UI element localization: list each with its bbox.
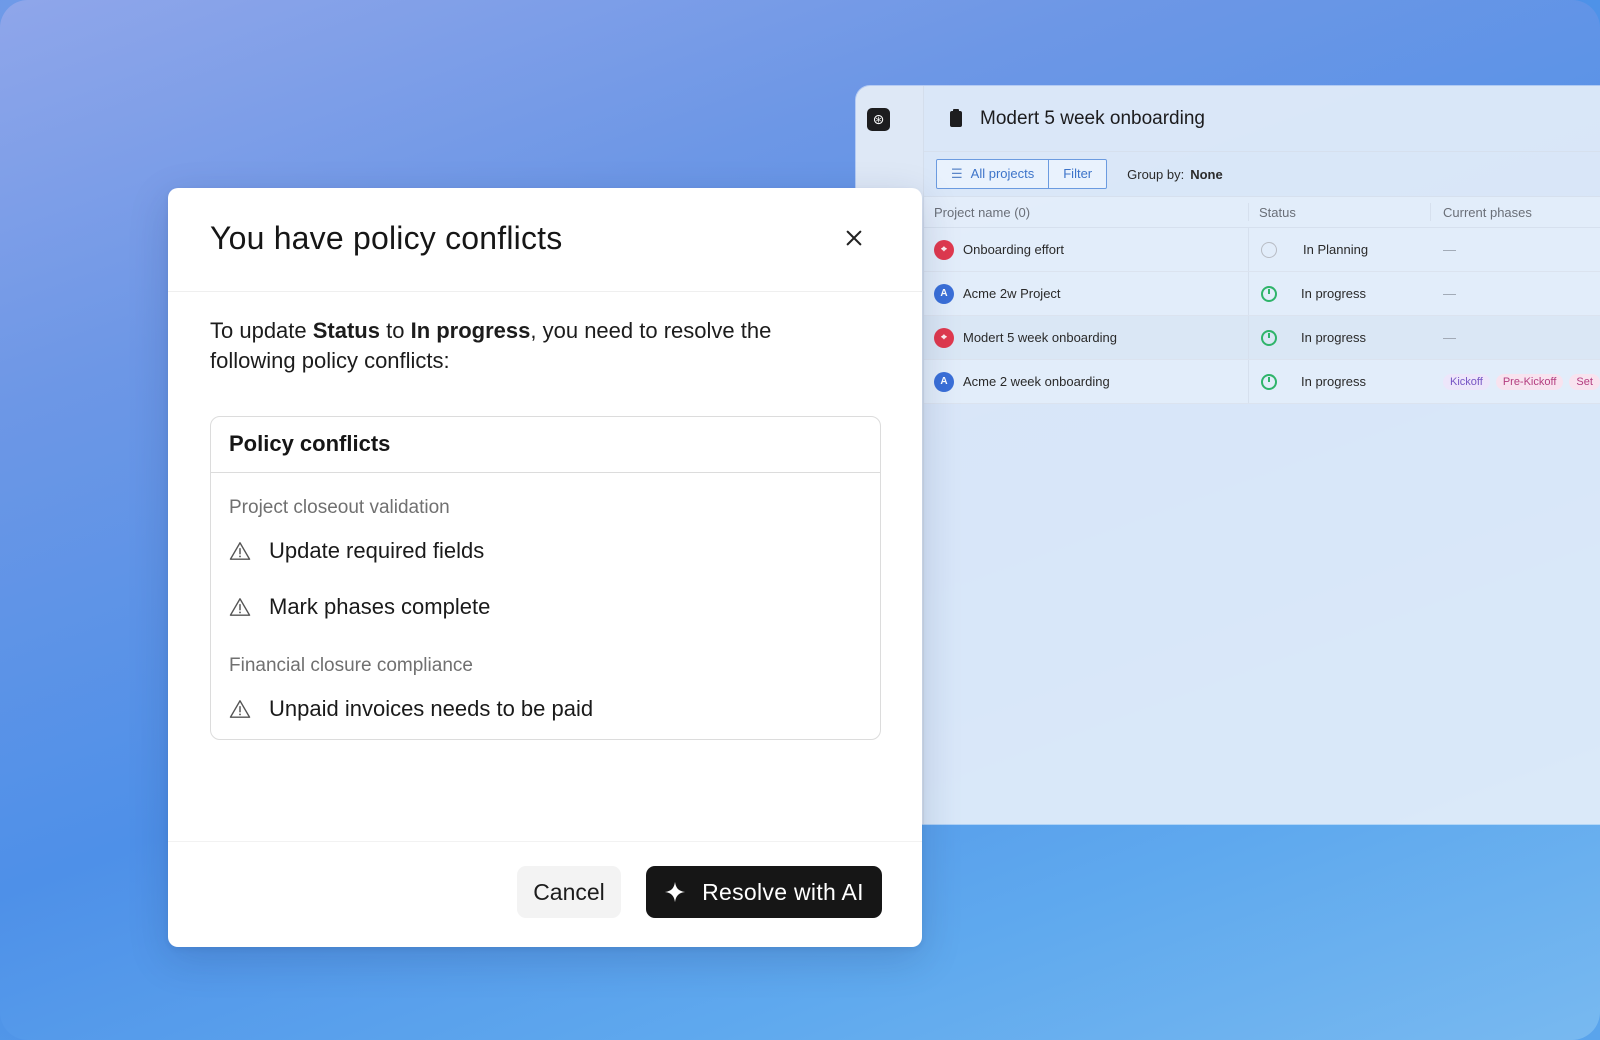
conflict-item[interactable]: Mark phases complete xyxy=(211,579,880,635)
table-row[interactable]: A Acme 2w Project In progress — xyxy=(924,272,1600,316)
project-avatar: A xyxy=(934,283,954,304)
conflict-item[interactable]: Update required fields xyxy=(211,523,880,579)
status-text: In Planning xyxy=(1303,242,1369,257)
dialog-title: You have policy conflicts xyxy=(210,220,563,256)
sparkle-icon xyxy=(665,881,686,903)
phases-empty: — xyxy=(1443,286,1456,301)
phases-empty: — xyxy=(1443,242,1456,257)
column-header-current-phases[interactable]: Current phases xyxy=(1430,203,1600,221)
list-icon: ☰ xyxy=(951,166,963,181)
policy-group-name: Financial closure compliance xyxy=(229,655,473,676)
dialog-description: To update Status to In progress, you nee… xyxy=(210,316,850,376)
conflict-item[interactable]: Unpaid invoices needs to be paid xyxy=(211,681,880,737)
resolve-with-ai-label: Resolve with AI xyxy=(702,878,864,905)
project-avatar: ⌖ xyxy=(934,239,954,260)
status-text: In progress xyxy=(1301,330,1367,345)
phase-tag[interactable]: Pre-Kickoff xyxy=(1495,373,1564,390)
filter-button[interactable]: Filter xyxy=(1048,160,1107,188)
table-header: Project name (0) Status Current phases xyxy=(924,196,1600,228)
project-name: Onboarding effort xyxy=(963,242,1064,257)
all-projects-label: All projects xyxy=(970,166,1035,181)
dialog-header: You have policy conflicts xyxy=(168,188,922,292)
dialog-footer: Cancel Resolve with AI xyxy=(168,841,922,947)
phase-tag[interactable]: Set xyxy=(1569,373,1600,390)
status-planning-icon xyxy=(1261,241,1277,258)
status-progress-icon xyxy=(1261,285,1277,302)
conflict-item-label: Mark phases complete xyxy=(269,594,491,619)
policy-conflicts-box: Policy conflicts Project closeout valida… xyxy=(210,416,881,740)
resolve-with-ai-button[interactable]: Resolve with AI xyxy=(646,866,882,918)
project-name: Modert 5 week onboarding xyxy=(963,330,1117,345)
clipboard-icon xyxy=(950,108,962,127)
group-by-control[interactable]: Group by: None xyxy=(1127,167,1223,182)
project-list-window: ⊛ Modert 5 week onboarding ☰ All project… xyxy=(856,86,1600,824)
status-progress-icon xyxy=(1261,373,1277,390)
desc-mid: to xyxy=(380,318,411,343)
app-title: Modert 5 week onboarding xyxy=(980,107,1205,129)
view-toggle: ☰ All projects Filter xyxy=(936,159,1108,189)
projects-table: Project name (0) Status Current phases ⌖… xyxy=(924,196,1600,404)
status-text: In progress xyxy=(1301,374,1367,389)
status-text: In progress xyxy=(1301,286,1367,301)
warning-icon xyxy=(229,598,251,616)
project-avatar: A xyxy=(934,371,954,392)
app-header: Modert 5 week onboarding xyxy=(924,86,1600,152)
close-icon[interactable] xyxy=(840,224,868,252)
column-header-project-name[interactable]: Project name (0) xyxy=(924,205,1248,220)
policy-conflicts-dialog: You have policy conflicts To update Stat… xyxy=(168,188,922,947)
app-toolbar: ☰ All projects Filter Group by: None xyxy=(924,154,1600,194)
column-header-status[interactable]: Status xyxy=(1248,203,1430,221)
status-progress-icon xyxy=(1261,329,1277,346)
background-stage: ⊛ Modert 5 week onboarding ☰ All project… xyxy=(0,0,1600,1040)
conflict-item-label: Update required fields xyxy=(269,538,485,563)
conflict-item-label: Unpaid invoices needs to be paid xyxy=(269,696,594,721)
table-row[interactable]: ⌖ Onboarding effort In Planning — xyxy=(924,228,1600,272)
policy-conflicts-heading: Policy conflicts xyxy=(211,417,880,473)
all-projects-button[interactable]: ☰ All projects xyxy=(937,160,1049,188)
project-name: Acme 2w Project xyxy=(963,286,1061,301)
app-logo-icon[interactable]: ⊛ xyxy=(867,108,890,131)
warning-icon xyxy=(229,542,251,560)
group-by-value: None xyxy=(1190,166,1223,182)
desc-field: Status xyxy=(312,318,380,343)
phases-empty: — xyxy=(1443,330,1456,345)
desc-prefix: To update xyxy=(210,318,313,343)
project-avatar: ⌖ xyxy=(934,327,954,348)
project-name: Acme 2 week onboarding xyxy=(963,374,1110,389)
policy-group-name: Project closeout validation xyxy=(229,497,450,518)
cancel-button[interactable]: Cancel xyxy=(517,866,621,918)
phase-tag[interactable]: Kickoff xyxy=(1443,373,1490,390)
group-by-label: Group by: xyxy=(1127,166,1185,182)
warning-icon xyxy=(229,700,251,718)
table-row[interactable]: A Acme 2 week onboarding In progress Kick… xyxy=(924,360,1600,404)
table-row[interactable]: ⌖ Modert 5 week onboarding In progress — xyxy=(924,316,1600,360)
desc-value: In progress xyxy=(410,318,531,343)
